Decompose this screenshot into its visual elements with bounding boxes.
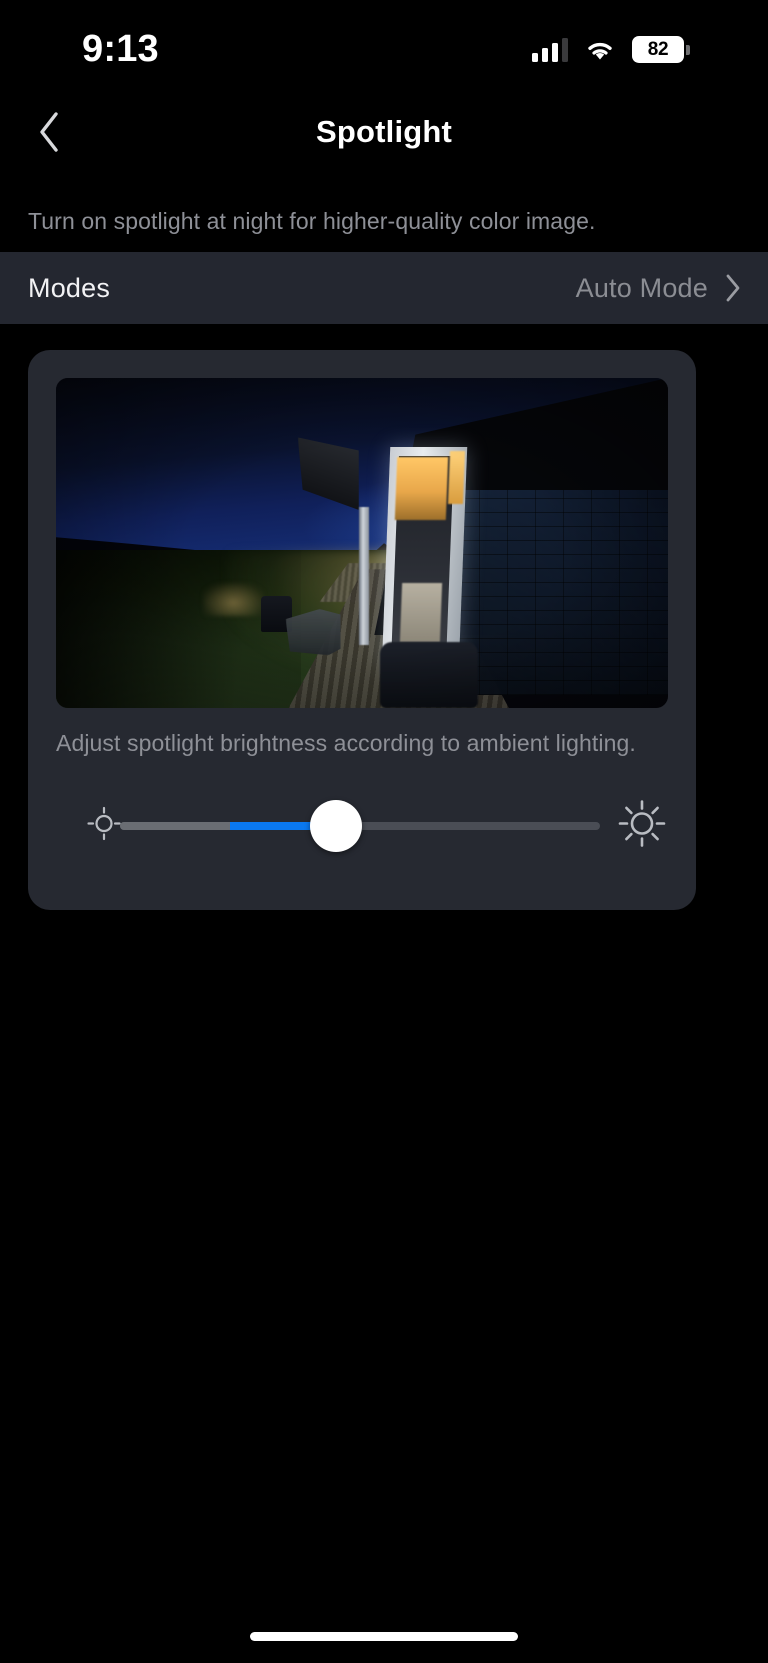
slider-thumb[interactable]: [310, 800, 362, 852]
chevron-right-icon: [726, 274, 740, 302]
wifi-icon: [584, 38, 616, 62]
brightness-hint-text: Adjust spotlight brightness according to…: [56, 730, 636, 756]
page-title: Spotlight: [315, 114, 453, 149]
brightness-low-icon: [84, 804, 124, 849]
page-hint-text: Turn on spotlight at night for higher-qu…: [28, 208, 596, 234]
modes-row[interactable]: Modes Auto Mode: [0, 252, 768, 324]
slider-track-left-segment: [120, 822, 231, 830]
night-scene-render: [56, 378, 668, 708]
battery-percent-label: 82: [647, 38, 669, 60]
modes-label: Modes: [28, 272, 111, 303]
navigation-bar: Spotlight: [0, 96, 768, 168]
brightness-slider-track[interactable]: [120, 800, 600, 852]
status-bar: 9:13 82: [0, 0, 768, 96]
camera-preview-image[interactable]: [56, 378, 668, 708]
home-indicator[interactable]: [250, 1632, 518, 1641]
status-bar-time: 9:13: [82, 28, 159, 70]
modes-value: Auto Mode: [575, 272, 708, 303]
modes-value-group: Auto Mode: [576, 273, 742, 304]
status-bar-indicators: 82: [532, 36, 690, 63]
phone-screen: 9:13 82 Spotlight Turn on spotlight at n…: [0, 0, 768, 1663]
spotlight-brightness-card: Adjust spotlight brightness according to…: [28, 350, 696, 910]
battery-icon: 82: [632, 36, 690, 63]
cellular-bars-icon: [532, 37, 568, 62]
brightness-high-icon: [616, 798, 668, 855]
brightness-slider-row: [28, 790, 696, 862]
